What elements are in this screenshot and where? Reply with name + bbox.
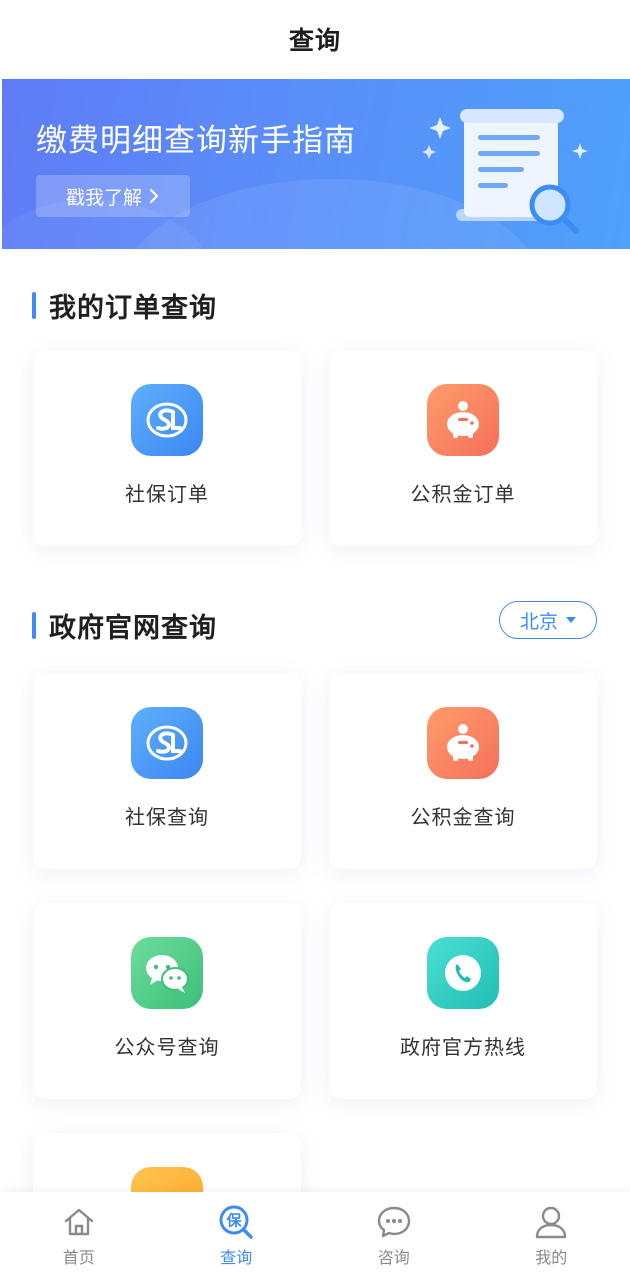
card-label: 社保查询 (125, 805, 209, 829)
tab-query[interactable]: 保 查询 (158, 1192, 316, 1280)
banner-button-label: 戳我了解 (65, 186, 142, 209)
tab-label: 咨询 (377, 1248, 410, 1267)
chat-icon (377, 1206, 410, 1238)
banner-title: 缴费明细查询新手指南 (36, 123, 356, 159)
tab-mine[interactable]: 我的 (473, 1192, 630, 1280)
document-search-icon (422, 109, 588, 234)
bottom-tab-bar: 首页 保 查询 咨询 我的 (0, 1192, 630, 1280)
phone-icon (427, 937, 499, 1009)
social-security-icon (131, 707, 203, 779)
orders-section-header: 我的订单查询 (32, 286, 217, 325)
card-official-account-query[interactable]: 公众号查询 (33, 903, 301, 1099)
app-header: 查询 (0, 0, 630, 78)
tab-home[interactable]: 首页 (0, 1192, 158, 1280)
card-label: 公众号查询 (114, 1035, 220, 1059)
section-accent-bar (32, 292, 36, 319)
card-social-security-order[interactable]: 社保订单 (33, 350, 301, 546)
card-housing-fund-query[interactable]: 公积金查询 (329, 673, 597, 869)
tab-label: 我的 (535, 1248, 568, 1267)
orders-section-title: 我的订单查询 (49, 293, 217, 324)
wechat-icon (131, 937, 203, 1009)
card-label: 公积金订单 (410, 482, 516, 506)
tab-label: 首页 (62, 1248, 95, 1267)
card-housing-fund-order[interactable]: 公积金订单 (329, 350, 597, 546)
city-selector[interactable]: 北京 (499, 601, 597, 639)
card-label: 政府官方热线 (400, 1035, 526, 1059)
card-label: 社保订单 (125, 482, 209, 506)
caret-down-icon (566, 617, 576, 623)
card-label: 公积金查询 (410, 805, 516, 829)
insurance-search-icon: 保 (219, 1205, 253, 1239)
guide-banner[interactable]: 缴费明细查询新手指南 戳我了解 (2, 79, 630, 249)
gov-section-title: 政府官网查询 (49, 613, 217, 644)
social-security-icon (131, 384, 203, 456)
card-social-security-query[interactable]: 社保查询 (33, 673, 301, 869)
home-icon (64, 1208, 93, 1236)
chevron-right-icon (150, 189, 159, 203)
user-icon (536, 1206, 567, 1239)
tab-label: 查询 (220, 1248, 253, 1267)
piggy-bank-icon (427, 707, 499, 779)
city-value: 北京 (519, 610, 558, 633)
page-title: 查询 (288, 26, 341, 55)
piggy-bank-icon (427, 384, 499, 456)
banner-learn-more-button[interactable]: 戳我了解 (36, 175, 190, 217)
card-gov-hotline[interactable]: 政府官方热线 (329, 903, 597, 1099)
svg-text:保: 保 (226, 1212, 243, 1230)
tab-consult[interactable]: 咨询 (315, 1192, 473, 1280)
section-accent-bar (32, 612, 36, 639)
gov-section-header: 政府官网查询 (32, 606, 217, 645)
